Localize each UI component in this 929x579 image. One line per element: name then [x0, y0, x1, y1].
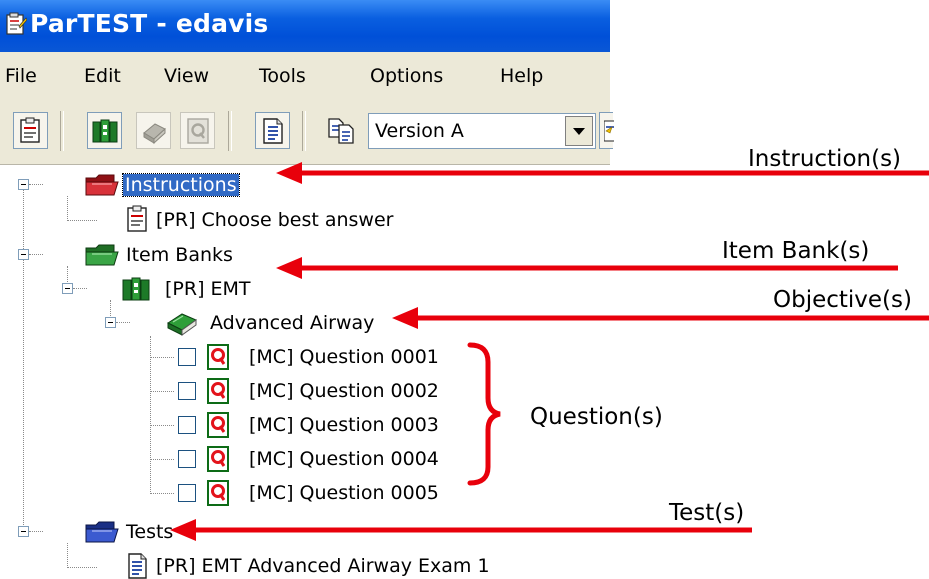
annotation-instruction: Instruction(s)	[748, 146, 902, 172]
questions-brace	[467, 342, 501, 486]
annotation-question: Question(s)	[530, 404, 663, 430]
test-arrow	[170, 519, 752, 541]
annotation-item-bank: Item Bank(s)	[722, 238, 870, 264]
annotation-test: Test(s)	[669, 500, 745, 526]
annotation-objective: Objective(s)	[773, 287, 912, 313]
